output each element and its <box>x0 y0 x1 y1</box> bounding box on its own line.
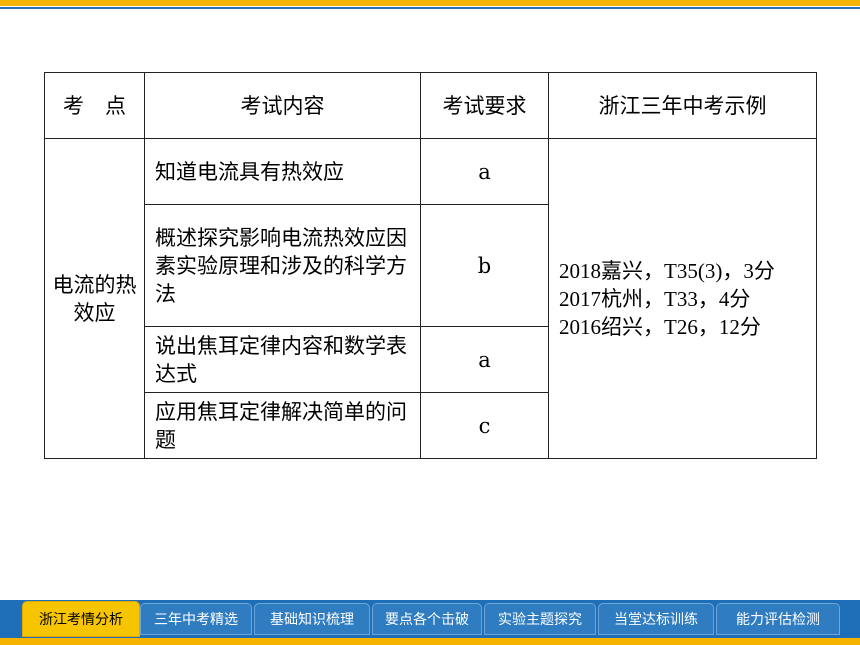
top-divider-line <box>0 7 860 9</box>
exam-table: 考 点 考试内容 考试要求 浙江三年中考示例 电流的热效应 知道电流具有热效应 … <box>44 72 817 459</box>
content-cell: 知道电流具有热效应 <box>144 138 421 205</box>
requirement-cell: a <box>420 138 549 205</box>
requirement-cell: b <box>420 204 549 327</box>
tab-key-points[interactable]: 要点各个击破 <box>372 603 482 635</box>
requirement-cell: a <box>420 326 549 393</box>
examples-cell: 2018嘉兴，T35(3)，3分 2017杭州，T33，4分 2016绍兴，T2… <box>548 138 817 459</box>
table-header-row: 考 点 考试内容 考试要求 浙江三年中考示例 <box>44 72 817 139</box>
tab-experiment-inquiry[interactable]: 实验主题探究 <box>484 603 596 635</box>
header-content: 考试内容 <box>144 72 421 139</box>
example-line: 2017杭州，T33，4分 <box>559 286 751 311</box>
top-accent-bar <box>0 0 860 6</box>
example-line: 2018嘉兴，T35(3)，3分 <box>559 258 775 283</box>
table-row: 电流的热效应 知道电流具有热效应 a 2018嘉兴，T35(3)，3分 2017… <box>44 138 817 459</box>
content-cell: 说出焦耳定律内容和数学表达式 <box>144 326 421 393</box>
topic-cell: 电流的热效应 <box>44 138 145 459</box>
tab-class-practice[interactable]: 当堂达标训练 <box>598 603 714 635</box>
header-examples: 浙江三年中考示例 <box>548 72 817 139</box>
content-cell: 概述探究影响电流热效应因素实验原理和涉及的科学方法 <box>144 204 421 327</box>
tab-exam-selection[interactable]: 三年中考精选 <box>140 603 252 635</box>
content-cell: 应用焦耳定律解决简单的问题 <box>144 392 421 459</box>
header-requirement: 考试要求 <box>420 72 549 139</box>
tab-zhejiang-analysis[interactable]: 浙江考情分析 <box>22 601 140 637</box>
example-line: 2016绍兴，T26，12分 <box>559 314 761 339</box>
tab-ability-assessment[interactable]: 能力评估检测 <box>716 603 840 635</box>
requirement-cell: c <box>420 392 549 459</box>
bottom-accent-bar <box>0 638 860 645</box>
tab-basic-knowledge[interactable]: 基础知识梳理 <box>254 603 370 635</box>
header-topic: 考 点 <box>44 72 145 139</box>
